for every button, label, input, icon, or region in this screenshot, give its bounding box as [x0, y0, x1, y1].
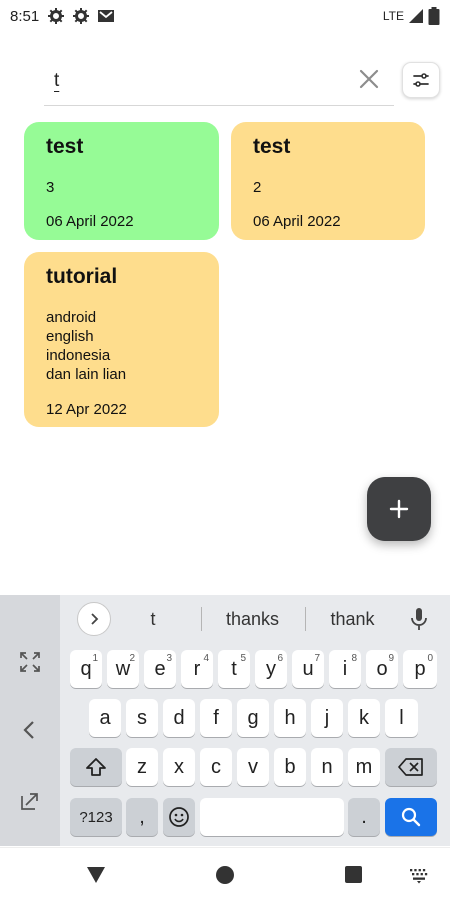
key-q[interactable]: q1 — [70, 650, 102, 688]
signal-icon — [409, 9, 423, 23]
key-r[interactable]: r4 — [181, 650, 213, 688]
key-x[interactable]: x — [163, 748, 195, 786]
backspace-icon — [398, 758, 423, 776]
status-time: 8:51 — [10, 7, 40, 25]
key-h[interactable]: h — [274, 699, 306, 737]
navigation-bar — [0, 847, 450, 903]
suggestion-item[interactable]: thanks — [210, 609, 295, 630]
home-icon[interactable] — [216, 866, 234, 884]
status-right: LTE — [383, 7, 440, 25]
shift-icon — [86, 758, 106, 776]
plus-icon — [389, 499, 409, 519]
phone-screen: 8:51 LTE t test 3 06 April 2022 test 2 0… — [0, 0, 450, 903]
search-field[interactable]: t — [44, 56, 394, 106]
network-type: LTE — [382, 9, 404, 23]
search-icon — [401, 807, 421, 827]
key-b[interactable]: b — [274, 748, 306, 786]
key-g[interactable]: g — [237, 699, 269, 737]
suggestion-divider — [305, 607, 306, 631]
key-s[interactable]: s — [126, 699, 158, 737]
emoji-icon — [169, 807, 189, 827]
gmail-icon — [97, 7, 115, 25]
keyboard-side-panel — [0, 595, 60, 846]
shift-key[interactable] — [70, 748, 122, 786]
chevron-left-icon[interactable] — [19, 719, 41, 741]
key-p[interactable]: p0 — [403, 650, 437, 688]
key-e[interactable]: e3 — [144, 650, 176, 688]
note-card[interactable]: test 3 06 April 2022 — [24, 122, 219, 240]
keyboard-switch-icon[interactable] — [409, 868, 429, 884]
recents-icon[interactable] — [345, 866, 362, 883]
settings-icon — [72, 7, 90, 25]
back-icon[interactable] — [86, 866, 106, 884]
key-y[interactable]: y6 — [255, 650, 287, 688]
suggestion-expand-button[interactable] — [77, 602, 111, 636]
note-card[interactable]: test 2 06 April 2022 — [231, 122, 425, 240]
key-m[interactable]: m — [348, 748, 380, 786]
battery-icon — [428, 7, 440, 25]
keyboard: t thanks thank q1 w2 e3 r4 t5 y6 u7 i8 o… — [0, 595, 450, 846]
key-w[interactable]: w2 — [107, 650, 139, 688]
search-key[interactable] — [385, 798, 437, 836]
close-icon[interactable] — [358, 68, 380, 90]
suggestion-bar: t thanks thank — [60, 595, 450, 643]
suggestion-divider — [201, 607, 202, 631]
note-body: android english indonesia dan lain lian — [46, 309, 127, 383]
note-date: 06 April 2022 — [46, 213, 134, 230]
status-bar: 8:51 LTE — [0, 0, 450, 32]
key-f[interactable]: f — [200, 699, 232, 737]
emoji-key[interactable] — [163, 798, 195, 836]
comma-key[interactable]: , — [126, 798, 158, 836]
key-n[interactable]: n — [311, 748, 343, 786]
settings-icon — [47, 7, 65, 25]
note-body: 2 — [253, 179, 262, 196]
filter-icon — [413, 73, 429, 87]
note-title: test — [46, 135, 84, 158]
backspace-key[interactable] — [385, 748, 437, 786]
key-c[interactable]: c — [200, 748, 232, 786]
key-k[interactable]: k — [348, 699, 380, 737]
suggestion-item[interactable]: thank — [315, 609, 390, 630]
period-key[interactable]: . — [348, 798, 380, 836]
expand-icon[interactable] — [19, 651, 41, 673]
symbols-key[interactable]: ?123 — [70, 798, 122, 836]
key-v[interactable]: v — [237, 748, 269, 786]
key-u[interactable]: u7 — [292, 650, 324, 688]
key-j[interactable]: j — [311, 699, 343, 737]
note-date: 06 April 2022 — [253, 213, 341, 230]
note-date: 12 Apr 2022 — [46, 401, 127, 418]
key-a[interactable]: a — [89, 699, 121, 737]
key-d[interactable]: d — [163, 699, 195, 737]
note-title: test — [253, 135, 291, 158]
note-body: 3 — [46, 179, 55, 196]
key-t[interactable]: t5 — [218, 650, 250, 688]
key-i[interactable]: i8 — [329, 650, 361, 688]
filter-button[interactable] — [402, 62, 440, 98]
key-l[interactable]: l — [385, 699, 418, 737]
undock-icon[interactable] — [19, 790, 41, 812]
note-card[interactable]: tutorial android english indonesia dan l… — [24, 252, 219, 427]
space-key[interactable] — [200, 798, 344, 836]
add-note-button[interactable] — [367, 477, 431, 541]
key-z[interactable]: z — [126, 748, 158, 786]
search-input[interactable]: t — [54, 70, 59, 92]
mic-icon[interactable] — [408, 607, 430, 631]
key-o[interactable]: o9 — [366, 650, 398, 688]
note-title: tutorial — [46, 265, 118, 288]
suggestion-item[interactable]: t — [138, 609, 168, 630]
chevron-right-icon — [91, 613, 99, 625]
